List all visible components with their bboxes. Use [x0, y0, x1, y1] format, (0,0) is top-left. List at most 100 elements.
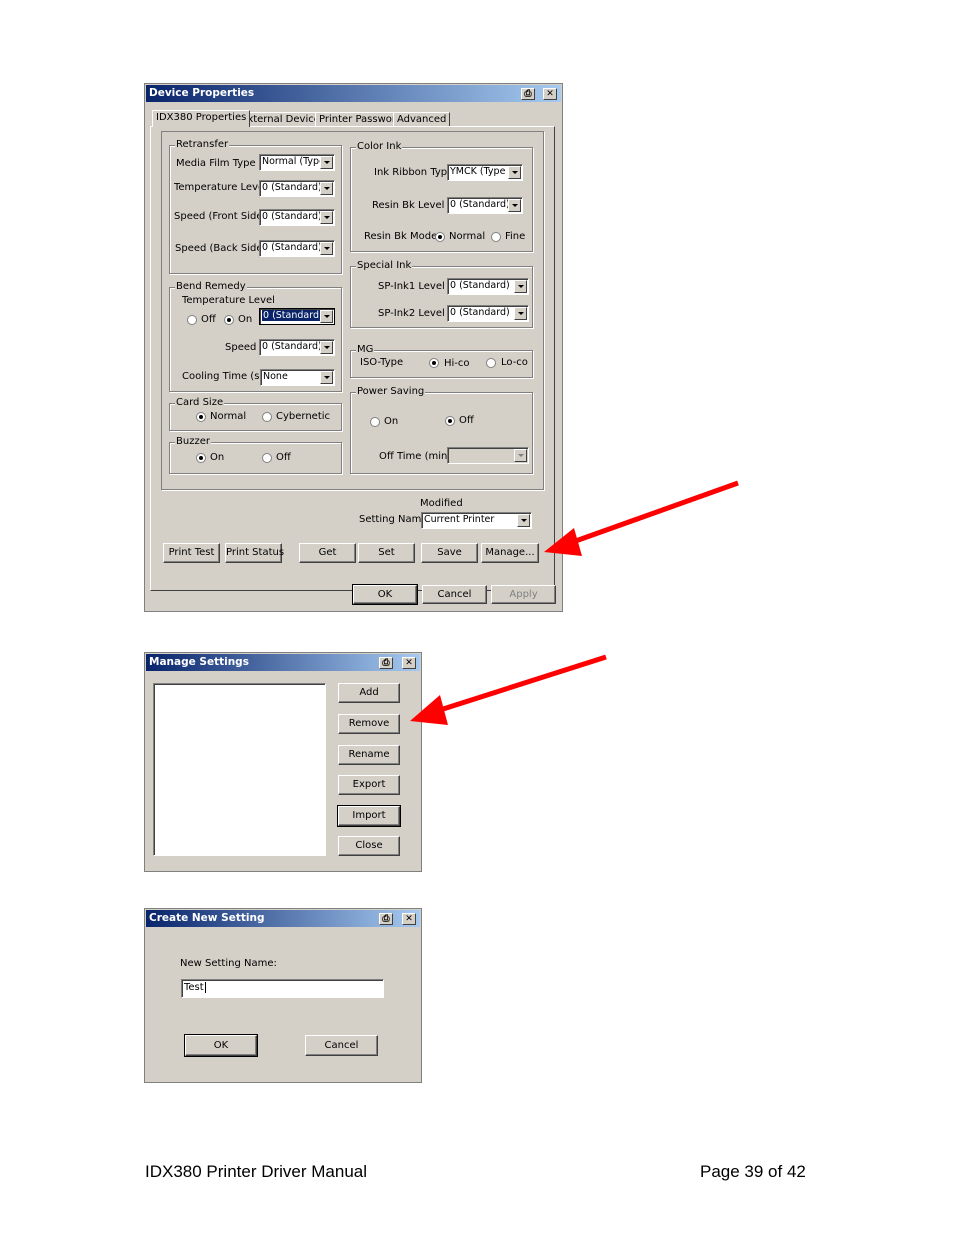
footer-manual-title: IDX380 Printer Driver Manual [145, 1162, 368, 1181]
sp-ink2-select[interactable]: 0 (Standard) [447, 305, 529, 322]
sp-ink2-label: SP-Ink2 Level [378, 308, 445, 319]
chevron-down-icon[interactable] [320, 156, 333, 169]
add-button[interactable]: Add [338, 683, 400, 703]
ink-ribbon-type-label: Ink Ribbon Type [374, 167, 454, 178]
media-film-type-select[interactable]: Normal (Type [259, 154, 335, 171]
setting-name-value: Current Printer [424, 514, 495, 525]
ink-ribbon-type-select[interactable]: YMCK (Type [447, 164, 523, 181]
chevron-down-icon[interactable] [320, 310, 333, 323]
card-normal-radio[interactable] [196, 412, 206, 422]
off-time-select[interactable] [447, 447, 529, 464]
printer-icon[interactable]: ⎙ [379, 657, 393, 669]
speed-front-label: Speed (Front Side) [174, 211, 267, 222]
sp-ink1-select[interactable]: 0 (Standard) [447, 278, 529, 295]
export-button[interactable]: Export [338, 775, 400, 795]
temperature-level-label: Temperature Level [174, 182, 267, 193]
chevron-down-icon[interactable] [517, 514, 530, 527]
apply-button[interactable]: Apply [491, 585, 556, 604]
close-icon[interactable]: ✕ [402, 913, 416, 925]
speed-back-value: 0 (Standard) [262, 242, 322, 253]
device-properties-title: Device Properties [149, 87, 255, 99]
bend-off-radio[interactable] [187, 315, 197, 325]
chevron-down-icon[interactable] [508, 199, 521, 212]
create-new-setting-window: Create New Setting ⎙ ✕ New Setting Name:… [144, 908, 422, 1083]
bend-on-label: On [238, 314, 253, 325]
tab-advanced[interactable]: Advanced [393, 112, 451, 126]
save-button[interactable]: Save [421, 543, 478, 563]
speed-front-select[interactable]: 0 (Standard) [259, 209, 335, 226]
tab-idx380-properties[interactable]: IDX380 Properties [152, 110, 251, 127]
settings-list[interactable] [153, 683, 326, 856]
bend-speed-select[interactable]: 0 (Standard) [259, 339, 335, 356]
power-off-label: Off [459, 415, 474, 426]
cooling-time-select[interactable]: None [260, 369, 335, 386]
rename-button[interactable]: Rename [338, 745, 400, 765]
power-saving-title: Power Saving [356, 386, 426, 398]
create-cancel-button[interactable]: Cancel [305, 1035, 378, 1056]
off-time-label: Off Time (min) [379, 451, 452, 462]
resin-fine-radio[interactable] [491, 232, 501, 242]
sp-ink2-value: 0 (Standard) [450, 307, 510, 318]
manage-settings-title: Manage Settings [149, 656, 249, 668]
new-setting-name-value: Test [184, 982, 204, 993]
chevron-down-icon[interactable] [320, 371, 333, 384]
chevron-down-icon[interactable] [320, 182, 333, 195]
iso-type-label: ISO-Type [360, 357, 404, 368]
chevron-down-icon[interactable] [320, 242, 333, 255]
printer-icon[interactable]: ⎙ [521, 88, 535, 100]
temperature-level-value: 0 (Standard) [262, 182, 322, 193]
card-cybernetic-radio[interactable] [262, 412, 272, 422]
chevron-down-icon[interactable] [514, 449, 527, 462]
close-button[interactable]: Close [338, 836, 400, 856]
buzzer-off-radio[interactable] [262, 453, 272, 463]
print-status-button[interactable]: Print Status [225, 543, 284, 563]
create-ok-button[interactable]: OK [184, 1034, 258, 1057]
chevron-down-icon[interactable] [514, 280, 527, 293]
buzzer-title: Buzzer [175, 436, 211, 448]
remove-button[interactable]: Remove [338, 714, 400, 734]
mg-loco-radio[interactable] [486, 358, 496, 368]
footer-page-number: Page 39 of 42 [700, 1162, 806, 1181]
buzzer-on-radio[interactable] [196, 453, 206, 463]
new-setting-name-input[interactable]: Test [181, 979, 384, 998]
get-button[interactable]: Get [299, 543, 356, 563]
sp-ink1-label: SP-Ink1 Level [378, 281, 445, 292]
resin-bk-level-select[interactable]: 0 (Standard) [447, 197, 523, 214]
printer-icon[interactable]: ⎙ [379, 913, 393, 925]
mg-title: MG [356, 344, 375, 356]
resin-normal-label: Normal [449, 231, 486, 242]
chevron-down-icon[interactable] [508, 166, 521, 179]
mg-hico-label: Hi-co [444, 358, 470, 369]
media-film-type-value: Normal (Type [262, 156, 325, 167]
color-ink-title: Color Ink [356, 141, 403, 153]
speed-front-value: 0 (Standard) [262, 211, 322, 222]
ok-button[interactable]: OK [352, 584, 418, 605]
new-setting-name-label: New Setting Name: [180, 958, 277, 969]
chevron-down-icon[interactable] [320, 211, 333, 224]
bend-on-radio[interactable] [224, 315, 234, 325]
resin-bk-mode-label: Resin Bk Mode [364, 231, 438, 242]
arrow-to-manage-icon [544, 480, 739, 556]
bend-speed-value: 0 (Standard) [262, 341, 322, 352]
resin-normal-radio[interactable] [435, 232, 445, 242]
buzzer-off-label: Off [276, 452, 291, 463]
power-off-radio[interactable] [445, 416, 455, 426]
chevron-down-icon[interactable] [514, 307, 527, 320]
bend-temperature-select[interactable]: 0 (Standard) [259, 308, 335, 325]
retransfer-title: Retransfer [175, 139, 230, 151]
chevron-down-icon[interactable] [320, 341, 333, 354]
temperature-level-select[interactable]: 0 (Standard) [259, 180, 335, 197]
buzzer-on-label: On [210, 452, 225, 463]
speed-back-select[interactable]: 0 (Standard) [259, 240, 335, 257]
print-test-button[interactable]: Print Test [163, 543, 220, 563]
mg-hico-radio[interactable] [429, 358, 439, 368]
bend-temperature-value: 0 (Standard) [262, 310, 324, 321]
import-button[interactable]: Import [337, 805, 401, 827]
setting-name-select[interactable]: Current Printer [421, 512, 532, 529]
manage-settings-window: Manage Settings ⎙ ✕ Add Remove Rename Ex… [144, 652, 422, 872]
power-on-radio[interactable] [370, 417, 380, 427]
set-button[interactable]: Set [358, 543, 415, 563]
cancel-button[interactable]: Cancel [422, 585, 487, 604]
close-icon[interactable]: ✕ [543, 88, 557, 100]
device-properties-titlebar: Device Properties ⎙ ✕ [146, 85, 561, 102]
